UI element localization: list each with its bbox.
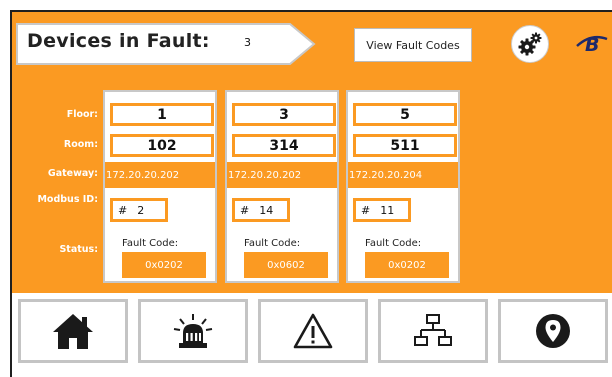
nav-warnings-button[interactable] (258, 299, 368, 363)
nav-alarms-button[interactable] (138, 299, 248, 363)
view-fault-codes-label: View Fault Codes (366, 38, 460, 52)
room-value: 511 (353, 134, 457, 157)
page-title: Devices in Fault: (27, 30, 210, 52)
room-value: 314 (232, 134, 336, 157)
home-icon (53, 314, 93, 349)
gateway-value: 172.20.20.204 (348, 162, 458, 188)
modbus-id-field: # 14 (232, 198, 290, 222)
bottom-nav (12, 293, 612, 377)
modbus-id-value: 14 (259, 203, 274, 217)
hash-symbol: # (240, 203, 250, 217)
fault-code-value: 0x0602 (244, 252, 328, 278)
fault-code-value: 0x0202 (122, 252, 206, 278)
floor-value: 1 (110, 103, 214, 126)
floor-value: 3 (232, 103, 336, 126)
floor-value: 5 (353, 103, 457, 126)
device-card[interactable]: 3 314 172.20.20.202 # 14 Fault Code: 0x0… (225, 90, 339, 283)
view-fault-codes-button[interactable]: View Fault Codes (354, 28, 472, 62)
brand-logo-icon: B (574, 28, 608, 58)
warning-icon (293, 313, 333, 349)
fault-code-label: Fault Code: (244, 238, 301, 249)
device-card[interactable]: 1 102 172.20.20.202 # 2 Fault Code: 0x02… (103, 90, 217, 283)
location-pin-icon (536, 314, 570, 348)
room-label: Room: (63, 139, 98, 150)
modbus-id-value: 11 (380, 203, 395, 217)
gateway-value: 172.20.20.202 (227, 162, 337, 188)
room-value: 102 (110, 134, 214, 157)
fault-code-label: Fault Code: (122, 238, 179, 249)
svg-text:B: B (585, 34, 599, 56)
nav-location-button[interactable] (498, 299, 608, 363)
network-icon (414, 314, 452, 346)
nav-network-button[interactable] (378, 299, 488, 363)
modbus-id-label: Modbus ID: (37, 194, 98, 205)
device-card[interactable]: 5 511 172.20.20.204 # 11 Fault Code: 0x0… (346, 90, 460, 283)
floor-label: Floor: (66, 109, 98, 120)
hash-symbol: # (361, 203, 371, 217)
gateway-label: Gateway: (47, 168, 98, 179)
fault-count: 3 (244, 36, 251, 49)
alarm-light-icon (173, 314, 213, 348)
fault-code-value: 0x0202 (365, 252, 449, 278)
modbus-id-field: # 2 (110, 198, 168, 222)
nav-home-button[interactable] (18, 299, 128, 363)
gateway-value: 172.20.20.202 (105, 162, 215, 188)
hash-symbol: # (118, 203, 128, 217)
settings-button[interactable] (511, 25, 549, 63)
modbus-id-field: # 11 (353, 198, 411, 222)
status-label: Status: (59, 244, 98, 255)
screen: Devices in Fault: 3 View Fault Codes B F… (0, 0, 612, 377)
gears-icon (518, 32, 542, 56)
fault-code-label: Fault Code: (365, 238, 422, 249)
modbus-id-value: 2 (137, 203, 145, 217)
